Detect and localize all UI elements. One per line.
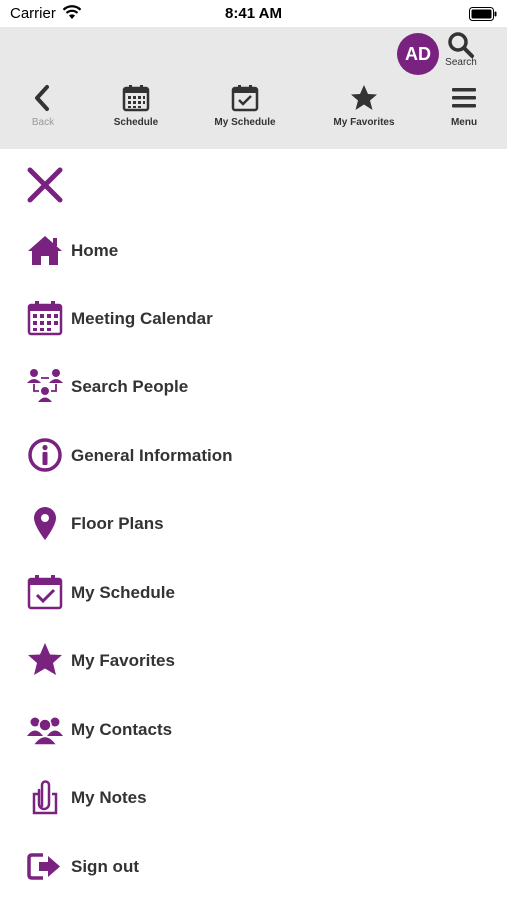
calendar-check-icon bbox=[231, 85, 259, 112]
nav-schedule[interactable]: Schedule bbox=[106, 79, 166, 149]
calendar-icon bbox=[122, 85, 150, 112]
menu-item-label: My Schedule bbox=[71, 583, 175, 602]
menu-item-label: My Notes bbox=[71, 788, 147, 807]
search-icon bbox=[448, 32, 474, 58]
battery-icon bbox=[469, 7, 497, 21]
menu-item-label: Sign out bbox=[71, 857, 139, 876]
menu-item-my-notes[interactable]: My Notes bbox=[26, 772, 466, 822]
menu-item-general-information[interactable]: General Information bbox=[26, 430, 466, 480]
nav-schedule-label: Schedule bbox=[113, 117, 159, 128]
nav-my-schedule-label: My Schedule bbox=[214, 117, 276, 128]
menu-item-label: Home bbox=[71, 241, 119, 260]
menu-item-search-people[interactable]: Search People bbox=[26, 361, 466, 411]
hamburger-icon bbox=[452, 88, 476, 108]
app-header: AD Search Back Schedule My Schedule My F… bbox=[0, 27, 507, 149]
nav-menu-label: Menu bbox=[450, 117, 478, 128]
nav-my-favorites[interactable]: My Favorites bbox=[328, 79, 400, 149]
avatar[interactable]: AD bbox=[397, 33, 439, 75]
back-label: Back bbox=[31, 117, 55, 128]
menu-item-sign-out[interactable]: Sign out bbox=[26, 841, 466, 891]
people-network-icon bbox=[27, 369, 63, 402]
map-pin-icon bbox=[34, 507, 56, 540]
search-label: Search bbox=[445, 57, 477, 68]
info-icon bbox=[28, 438, 62, 472]
nav-menu[interactable]: Menu bbox=[440, 79, 488, 149]
menu-item-floor-plans[interactable]: Floor Plans bbox=[26, 498, 466, 548]
menu-item-label: My Favorites bbox=[71, 651, 175, 670]
search-button[interactable]: Search bbox=[438, 31, 484, 77]
calendar-check-icon bbox=[27, 575, 63, 610]
star-icon bbox=[351, 85, 377, 110]
chevron-left-icon bbox=[35, 85, 49, 111]
clock: 8:41 AM bbox=[225, 5, 282, 22]
star-icon bbox=[28, 643, 62, 675]
menu-item-label: Meeting Calendar bbox=[71, 309, 213, 328]
menu-item-label: Search People bbox=[71, 377, 189, 396]
menu-item-my-contacts[interactable]: My Contacts bbox=[26, 704, 466, 754]
toolbar-nav: Back Schedule My Schedule My Favorites M… bbox=[0, 79, 507, 149]
nav-my-favorites-label: My Favorites bbox=[333, 117, 395, 128]
menu-item-label: My Contacts bbox=[71, 720, 173, 739]
status-bar: Carrier 8:41 AM bbox=[0, 0, 507, 27]
menu-item-my-schedule[interactable]: My Schedule bbox=[26, 567, 466, 617]
calendar-icon bbox=[27, 301, 63, 336]
back-button[interactable]: Back bbox=[18, 79, 68, 149]
sign-out-icon bbox=[27, 853, 60, 880]
menu-item-home[interactable]: Home bbox=[26, 225, 466, 275]
users-icon bbox=[27, 717, 63, 746]
home-icon bbox=[28, 236, 62, 265]
menu-item-my-favorites[interactable]: My Favorites bbox=[26, 635, 466, 685]
nav-my-schedule[interactable]: My Schedule bbox=[210, 79, 280, 149]
menu-item-meeting-calendar[interactable]: Meeting Calendar bbox=[26, 293, 466, 343]
close-icon[interactable] bbox=[26, 166, 64, 204]
paperclip-icon bbox=[32, 780, 58, 815]
menu-item-label: Floor Plans bbox=[71, 514, 164, 533]
menu-item-label: General Information bbox=[71, 446, 233, 465]
